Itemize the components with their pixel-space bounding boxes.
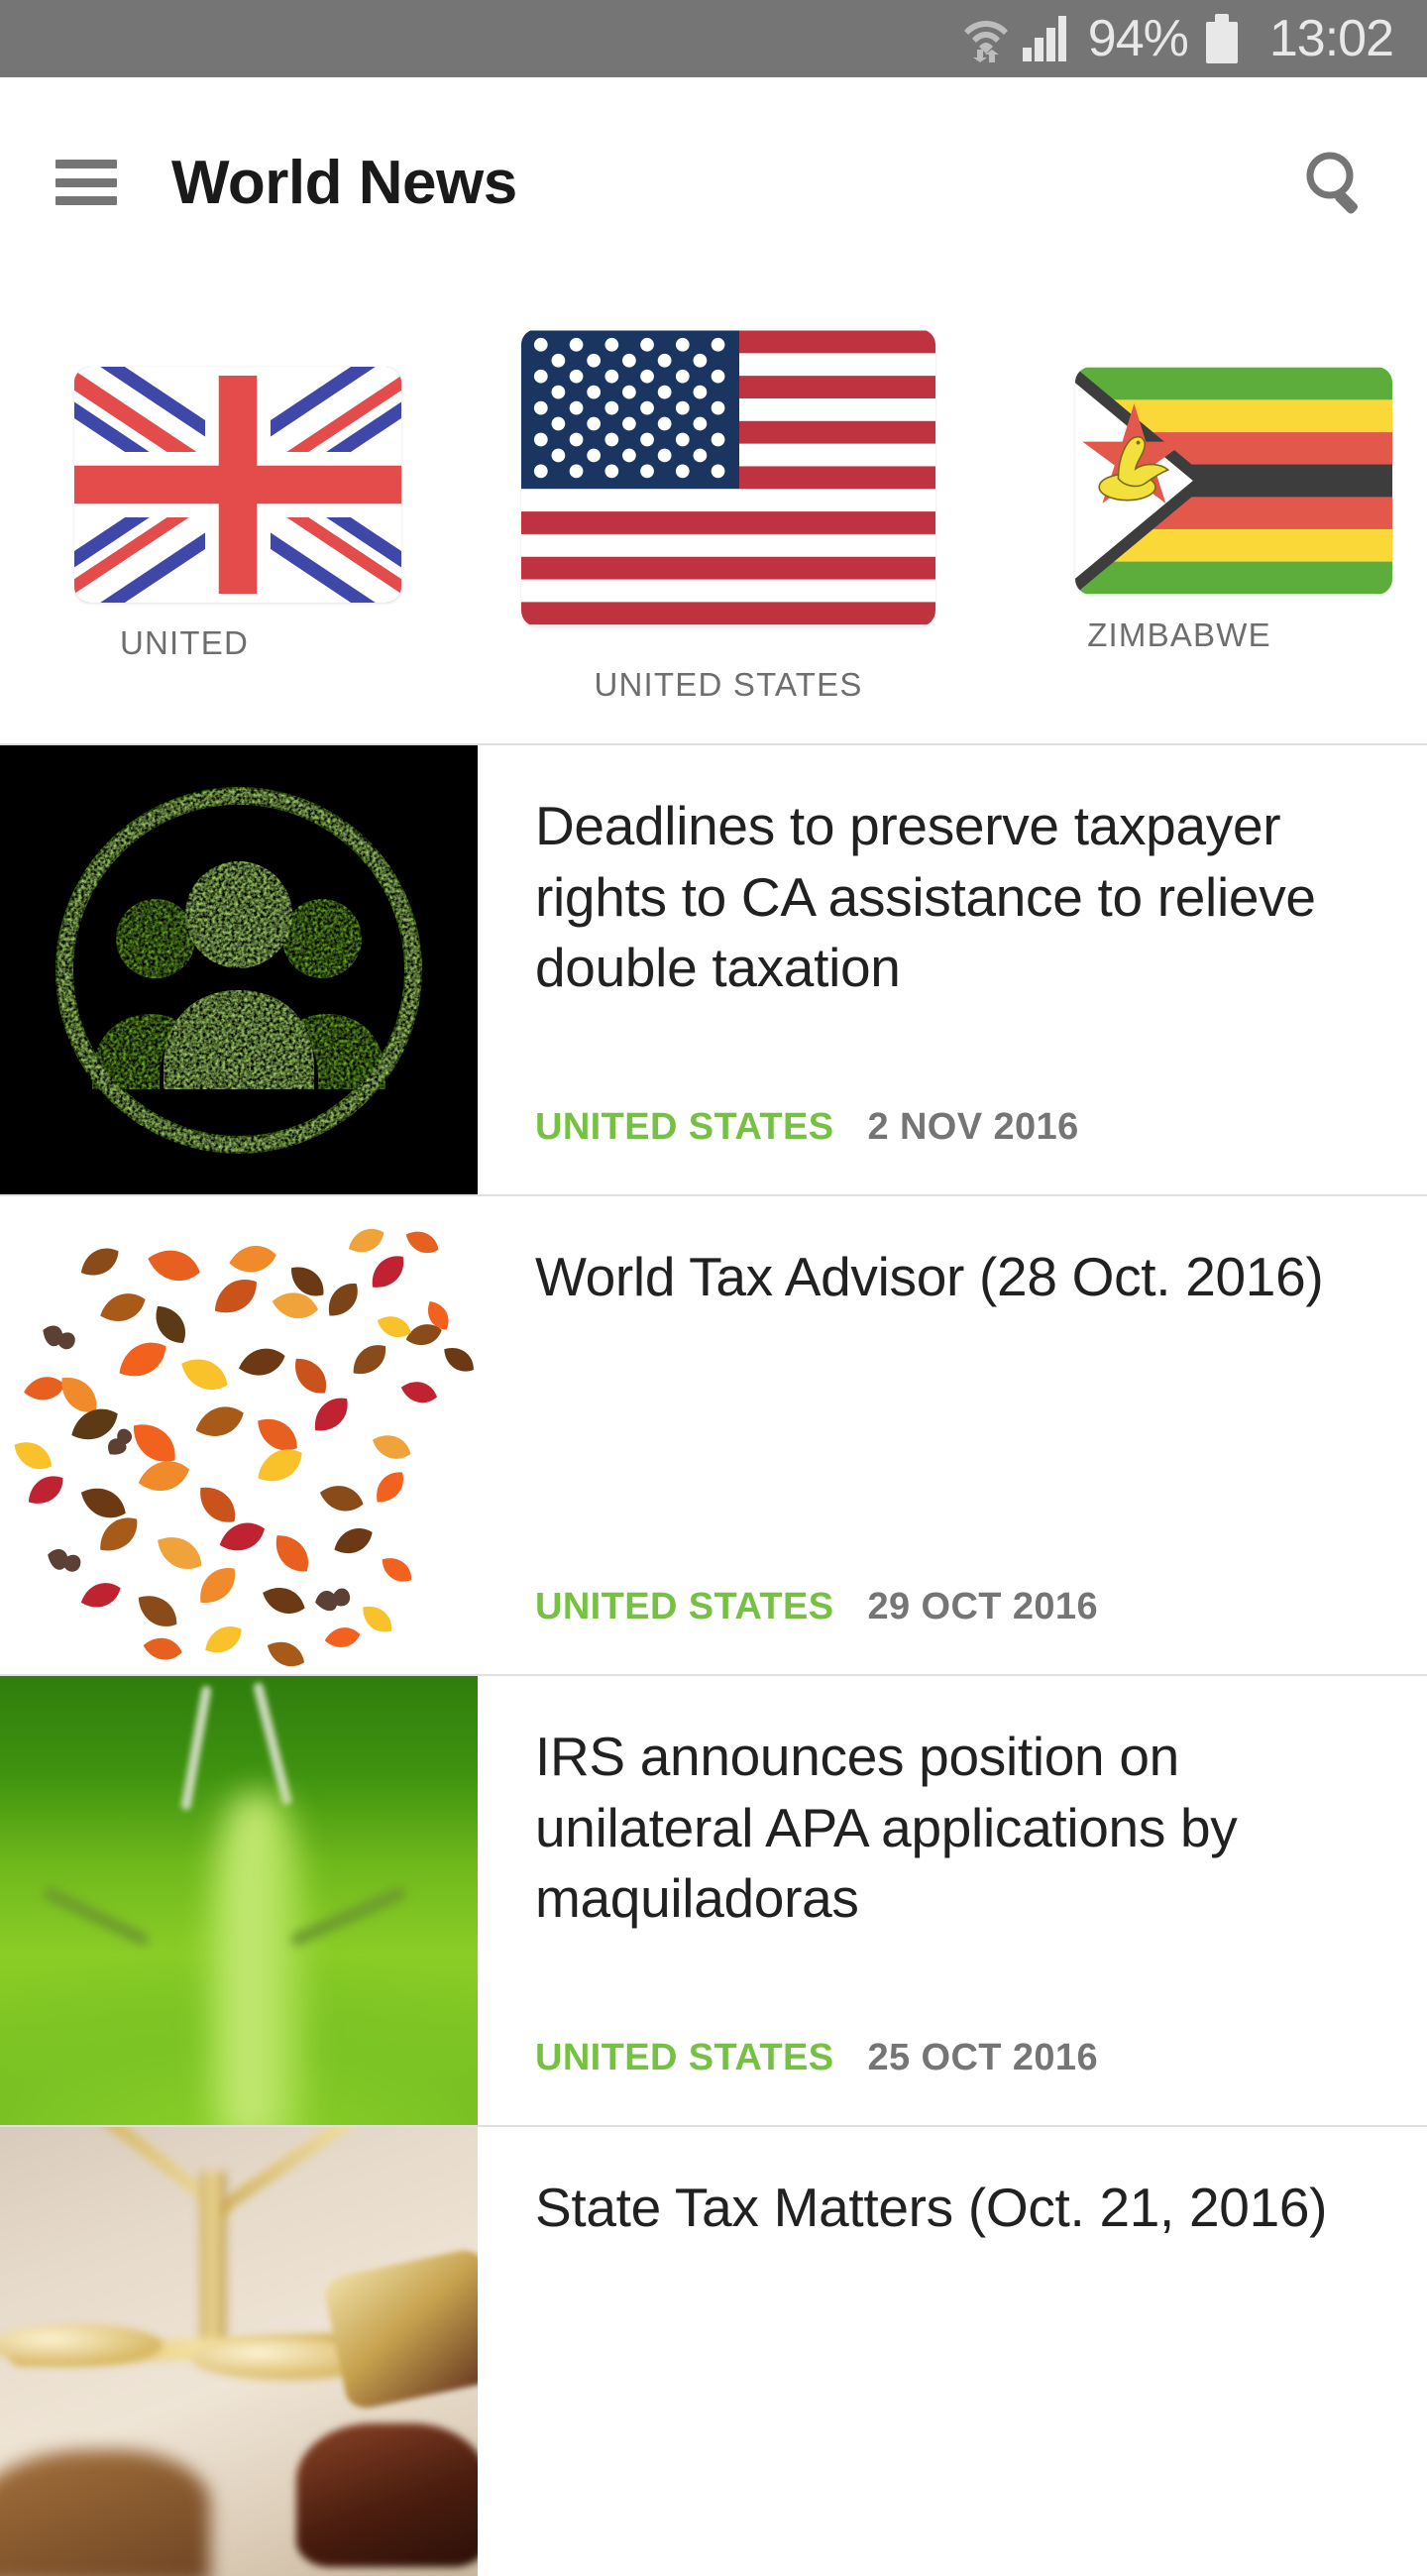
country-chip-united-states[interactable]: UNITED STATES — [520, 329, 936, 704]
app-bar: World News — [0, 77, 1427, 287]
news-date: 25 OCT 2016 — [867, 2037, 1098, 2078]
hamburger-menu-icon[interactable] — [55, 160, 117, 205]
news-item-body: Deadlines to preserve taxpayer rights to… — [478, 745, 1427, 1194]
flag-united-kingdom-icon — [74, 367, 401, 603]
news-item-body: IRS announces position on unilateral APA… — [478, 1676, 1427, 2125]
cellular-signal-icon — [1022, 16, 1066, 61]
news-list-item[interactable]: World Tax Advisor (28 Oct. 2016) UNITED … — [0, 1194, 1427, 1674]
country-label: UNITED — [119, 624, 250, 661]
news-date: 2 NOV 2016 — [867, 1106, 1079, 1148]
battery-percent-label: 94% — [1087, 10, 1189, 67]
country-label: ZIMBABWE — [1087, 616, 1271, 653]
news-headline: Deadlines to preserve taxpayer rights to… — [535, 795, 1316, 998]
flag-united-states-icon — [521, 329, 935, 626]
news-meta: UNITED STATES 2 NOV 2016 — [535, 1106, 1385, 1159]
news-list: Deadlines to preserve taxpayer rights to… — [0, 743, 1427, 2576]
news-headline: World Tax Advisor (28 Oct. 2016) — [535, 1246, 1324, 1307]
news-list-item[interactable]: IRS announces position on unilateral APA… — [0, 1674, 1427, 2125]
scales-of-justice-gavel-image — [0, 2127, 478, 2576]
news-country-badge: UNITED STATES — [535, 1106, 834, 1148]
search-icon[interactable] — [1294, 140, 1379, 225]
autumn-leaves-circle-image — [0, 1196, 478, 1674]
news-item-body: World Tax Advisor (28 Oct. 2016) UNITED … — [478, 1196, 1427, 1674]
news-country-badge: UNITED STATES — [535, 1586, 834, 1627]
news-date: 29 OCT 2016 — [867, 1586, 1098, 1627]
news-item-body: State Tax Matters (Oct. 21, 2016) — [478, 2127, 1427, 2576]
battery-full-icon — [1205, 14, 1238, 63]
news-headline: State Tax Matters (Oct. 21, 2016) — [535, 2177, 1328, 2238]
country-chip-zimbabwe[interactable]: ZIMBABWE — [1075, 367, 1392, 654]
news-list-item[interactable]: Deadlines to preserve taxpayer rights to… — [0, 743, 1427, 1194]
green-speckled-people-group-on-black-image — [0, 745, 478, 1194]
news-list-item[interactable]: State Tax Matters (Oct. 21, 2016) — [0, 2125, 1427, 2576]
news-headline: IRS announces position on unilateral APA… — [535, 1726, 1238, 1929]
country-chip-united-kingdom[interactable]: UNITED — [74, 367, 401, 662]
wifi-transfer-icon — [963, 15, 1009, 62]
news-meta: UNITED STATES 25 OCT 2016 — [535, 2037, 1385, 2089]
flag-zimbabwe-icon — [1075, 367, 1392, 595]
green-insect-macro-image — [0, 1676, 478, 2125]
page-title: World News — [171, 148, 517, 217]
news-meta: UNITED STATES 29 OCT 2016 — [535, 1586, 1385, 1638]
country-label: UNITED STATES — [594, 666, 863, 703]
status-clock: 13:02 — [1268, 10, 1394, 67]
status-bar: 94% 13:02 — [0, 0, 1427, 77]
news-meta — [535, 2530, 1385, 2540]
country-filter-row: UNITED UNITED STATES ZIMBABWE — [0, 287, 1427, 743]
status-icons: 94% 13:02 — [963, 10, 1394, 67]
news-country-badge: UNITED STATES — [535, 2037, 834, 2078]
